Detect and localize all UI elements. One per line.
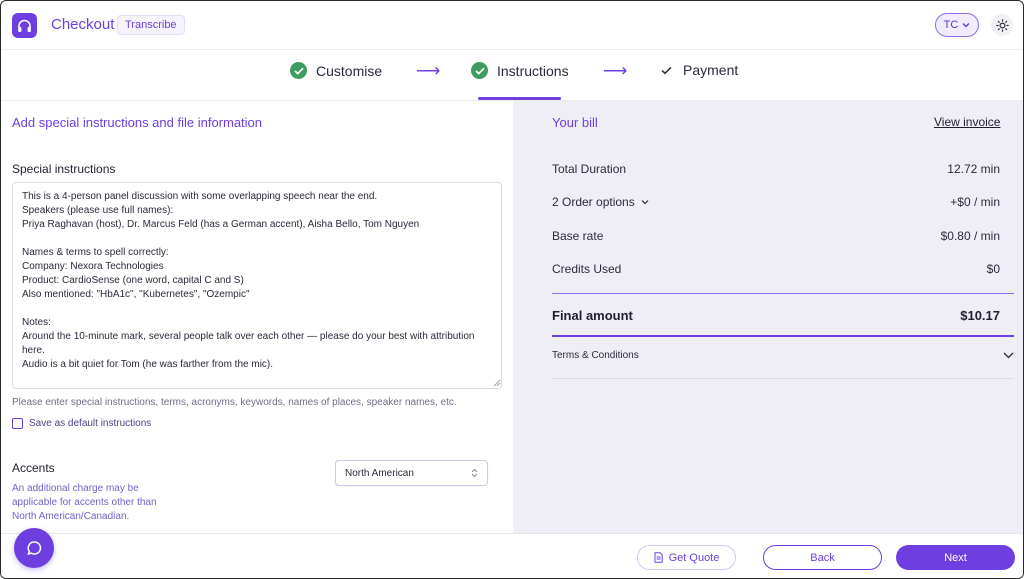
get-quote-button[interactable]: Get Quote — [637, 545, 736, 570]
bill-divider — [552, 293, 1014, 294]
bill-row-credits: Credits Used $0 — [552, 262, 1000, 276]
arrow-right-icon: ⟶ — [603, 61, 628, 80]
bill-row-base-rate: Base rate $0.80 / min — [552, 229, 1000, 243]
accent-selected-value: North American — [345, 467, 414, 479]
chevron-down-icon — [641, 200, 649, 205]
document-icon — [654, 552, 663, 563]
next-label: Next — [944, 551, 967, 564]
user-initials: TC — [943, 19, 959, 31]
service-badge: Transcribe — [117, 15, 185, 35]
app-header: Checkout Transcribe TC — [1, 1, 1023, 50]
order-options-toggle[interactable]: 2 Order options — [552, 195, 649, 209]
step-instructions[interactable]: Instructions — [471, 62, 569, 79]
step-label: Payment — [683, 62, 739, 78]
row-value: $0.80 / min — [940, 229, 1000, 243]
terms-divider — [552, 378, 1014, 379]
check-circle-icon — [290, 62, 307, 79]
check-icon — [661, 66, 672, 74]
save-default-label: Save as default instructions — [29, 418, 152, 429]
instructions-panel: Add special instructions and file inform… — [1, 101, 513, 533]
next-button[interactable]: Next — [896, 545, 1015, 570]
accents-note: An additional charge may be applicable f… — [12, 483, 157, 522]
theme-toggle-button[interactable] — [991, 14, 1013, 36]
headphones-icon[interactable] — [12, 13, 37, 38]
final-amount-row: Final amount $10.17 — [552, 308, 1000, 323]
accents-label: Accents — [12, 461, 55, 475]
bill-panel: Your bill View invoice Total Duration 12… — [513, 101, 1023, 533]
step-customise[interactable]: Customise — [290, 62, 382, 79]
row-label: Credits Used — [552, 262, 622, 276]
row-label: Total Duration — [552, 162, 627, 176]
step-payment[interactable]: Payment — [659, 62, 738, 78]
final-amount-label: Final amount — [552, 308, 633, 323]
terms-accordion[interactable]: Terms & Conditions — [552, 350, 1014, 361]
sun-icon — [995, 18, 1009, 32]
row-value: $0 — [986, 262, 1000, 276]
back-label: Back — [810, 551, 835, 564]
user-menu-button[interactable]: TC — [935, 13, 979, 37]
bill-row-total-duration: Total Duration 12.72 min — [552, 162, 1000, 176]
row-label: Base rate — [552, 229, 604, 243]
step-label: Customise — [316, 62, 383, 79]
check-circle-icon — [471, 62, 488, 79]
back-button[interactable]: Back — [763, 545, 882, 570]
final-amount-value: $10.17 — [960, 308, 1000, 323]
bill-row-order-options: 2 Order options +$0 / min — [552, 195, 1000, 209]
chat-bubble-icon[interactable] — [14, 528, 54, 568]
help-text: Please enter special instructions, terms… — [12, 397, 457, 408]
view-invoice-link[interactable]: View invoice — [934, 115, 1000, 129]
chevron-down-icon — [962, 23, 970, 28]
row-label: 2 Order options — [552, 195, 635, 209]
step-label: Instructions — [497, 62, 569, 79]
row-value: 12.72 min — [947, 162, 1000, 176]
checkout-stepper: Customise ⟶ Instructions ⟶ Payment — [1, 51, 1023, 101]
sort-arrows-icon — [471, 468, 478, 478]
save-default-checkbox[interactable]: Save as default instructions — [12, 418, 151, 429]
get-quote-label: Get Quote — [668, 551, 720, 564]
row-value: +$0 / min — [950, 195, 1000, 209]
resize-grip-icon[interactable] — [493, 379, 501, 387]
bill-title: Your bill — [552, 115, 598, 130]
special-instructions-label: Special instructions — [12, 162, 116, 176]
special-instructions-textarea[interactable]: This is a 4-person panel discussion with… — [12, 182, 502, 389]
bill-divider — [552, 335, 1014, 337]
accent-select[interactable]: North American — [335, 460, 488, 486]
checkout-window: Checkout Transcribe TC Customise ⟶ Instr… — [0, 0, 1024, 579]
chevron-down-icon — [1003, 352, 1014, 359]
active-step-indicator — [478, 97, 561, 100]
page-title: Checkout — [51, 16, 115, 33]
section-title: Add special instructions and file inform… — [12, 115, 263, 130]
checkbox-box[interactable] — [12, 418, 23, 429]
arrow-right-icon: ⟶ — [416, 61, 441, 80]
terms-label: Terms & Conditions — [552, 350, 639, 361]
